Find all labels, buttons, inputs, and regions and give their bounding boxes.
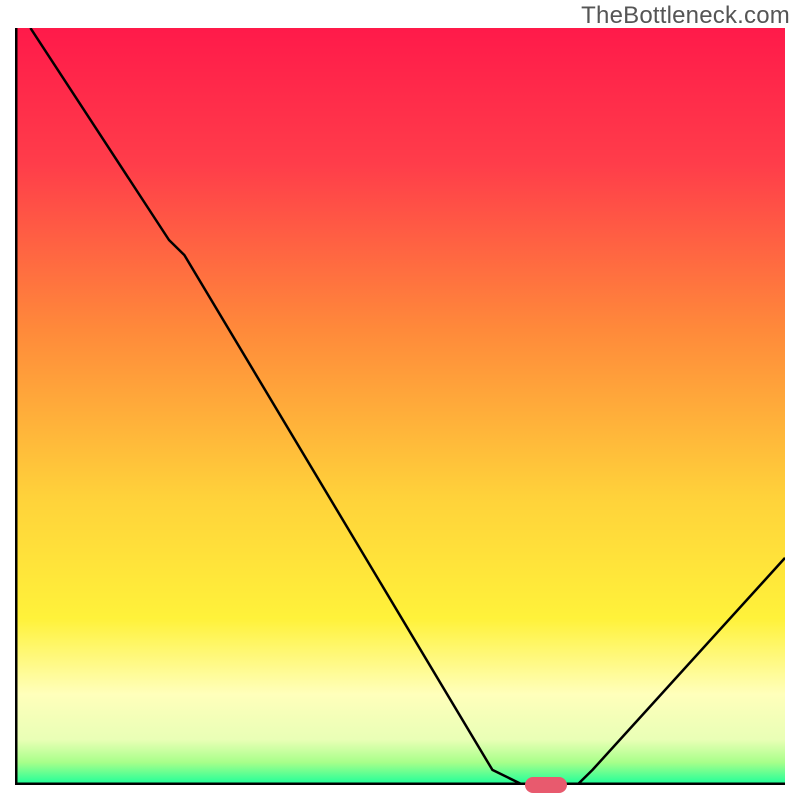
- chart-root: TheBottleneck.com: [0, 0, 800, 800]
- optimal-marker: [525, 777, 567, 793]
- axes-layer: [15, 28, 785, 785]
- plot-area: [15, 28, 785, 785]
- watermark-text: TheBottleneck.com: [581, 2, 790, 30]
